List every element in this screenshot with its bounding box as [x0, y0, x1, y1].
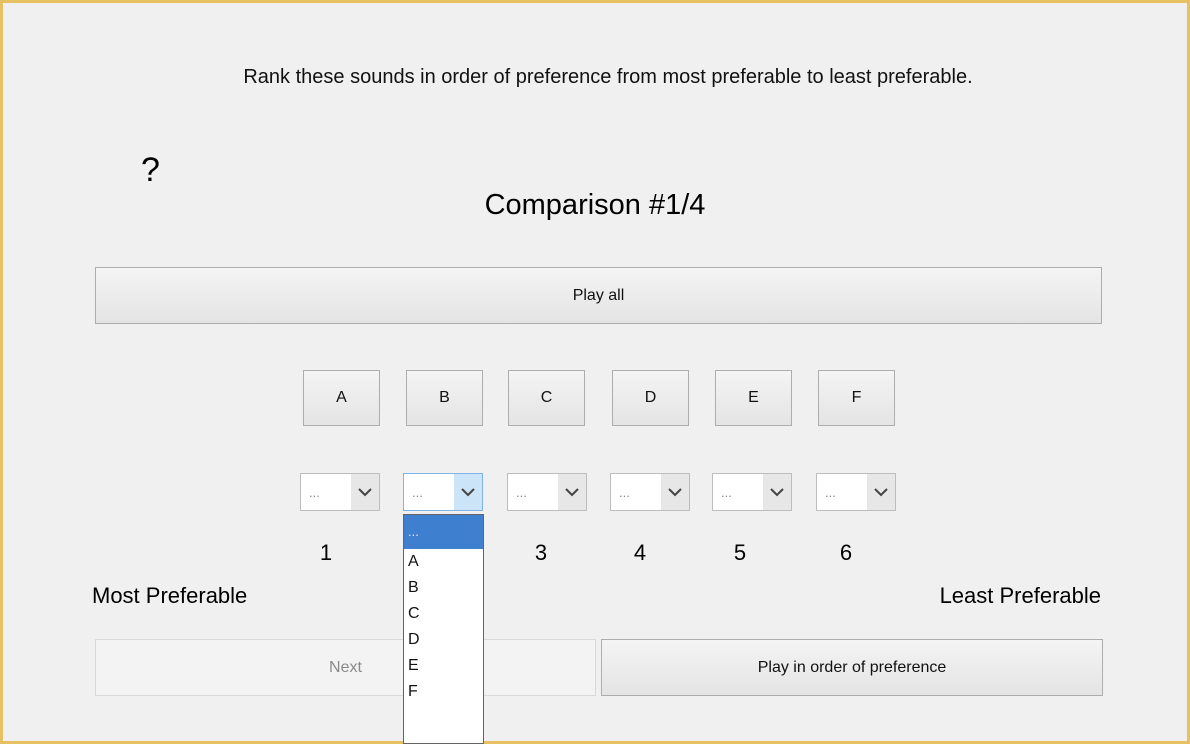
dropdown-option-c[interactable]: C	[404, 601, 483, 627]
rank-select-value: ...	[825, 485, 836, 500]
dropdown-option-empty[interactable]: ...	[404, 515, 483, 549]
help-icon[interactable]: ?	[141, 150, 160, 190]
dropdown-option-f[interactable]: F	[404, 679, 483, 705]
rank-number-5: 5	[733, 540, 747, 565]
rank-select-6[interactable]: ...	[816, 473, 896, 511]
rank-select-value: ...	[309, 485, 320, 500]
next-button[interactable]: Next	[95, 639, 596, 696]
sound-d-button[interactable]: D	[612, 370, 689, 426]
rank-select-value: ...	[412, 485, 423, 500]
rank-select-5[interactable]: ...	[712, 473, 792, 511]
rank-number-3: 3	[534, 540, 548, 565]
sound-b-button[interactable]: B	[406, 370, 483, 426]
rank-number-1: 1	[319, 540, 333, 565]
rank-select-3[interactable]: ...	[507, 473, 587, 511]
rank-select-1[interactable]: ...	[300, 473, 380, 511]
chevron-down-icon	[454, 474, 482, 510]
dropdown-option-d[interactable]: D	[404, 627, 483, 653]
play-all-button[interactable]: Play all	[95, 267, 1102, 324]
rank-select-2-dropdown[interactable]: ... A B C D E F	[403, 514, 484, 744]
survey-frame	[0, 0, 1190, 744]
rank-select-value: ...	[721, 485, 732, 500]
chevron-down-icon	[867, 474, 895, 510]
chevron-down-icon	[351, 474, 379, 510]
sound-e-button[interactable]: E	[715, 370, 792, 426]
rank-number-4: 4	[633, 540, 647, 565]
least-preferable-label: Least Preferable	[939, 583, 1101, 608]
sound-c-button[interactable]: C	[508, 370, 585, 426]
sound-f-button[interactable]: F	[818, 370, 895, 426]
chevron-down-icon	[661, 474, 689, 510]
rank-select-value: ...	[619, 485, 630, 500]
chevron-down-icon	[558, 474, 586, 510]
rank-select-4[interactable]: ...	[610, 473, 690, 511]
most-preferable-label: Most Preferable	[92, 583, 248, 608]
rank-select-value: ...	[516, 485, 527, 500]
dropdown-option-b[interactable]: B	[404, 575, 483, 601]
comparison-title: Comparison #1/4	[484, 189, 706, 221]
instruction-text: Rank these sounds in order of preference…	[243, 66, 973, 88]
dropdown-option-a[interactable]: A	[404, 549, 483, 575]
dropdown-option-e[interactable]: E	[404, 653, 483, 679]
sound-a-button[interactable]: A	[303, 370, 380, 426]
rank-select-2[interactable]: ...	[403, 473, 483, 511]
rank-number-6: 6	[839, 540, 853, 565]
chevron-down-icon	[763, 474, 791, 510]
play-in-order-button[interactable]: Play in order of preference	[601, 639, 1103, 696]
